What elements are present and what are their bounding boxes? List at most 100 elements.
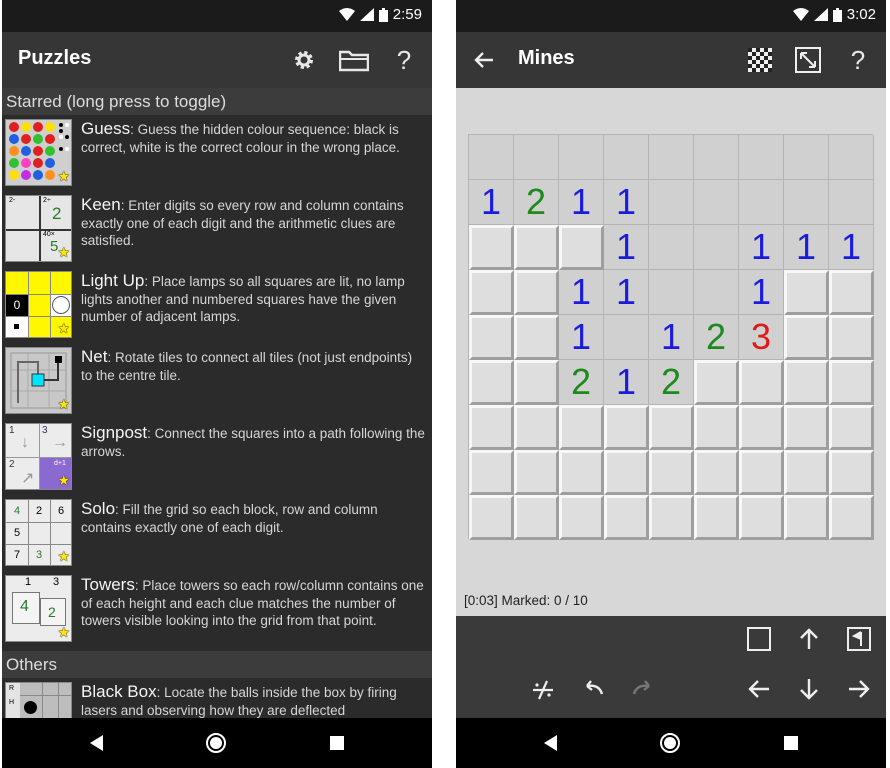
help-icon[interactable]: ?	[842, 44, 874, 76]
nav-home-icon[interactable]	[204, 731, 228, 755]
opened-cell[interactable]	[739, 135, 784, 180]
unopened-cell[interactable]	[469, 450, 514, 495]
resize-icon[interactable]	[792, 44, 824, 76]
opened-cell[interactable]: 1	[604, 225, 649, 270]
unopened-cell[interactable]	[694, 495, 739, 540]
list-item-signpost[interactable]: 1 3 2 d+1 ↓ → ↗ ★ Signpost: Connect the …	[2, 419, 432, 495]
opened-cell[interactable]: 1	[784, 225, 829, 270]
flag-icon[interactable]	[844, 624, 874, 654]
opened-cell[interactable]	[739, 180, 784, 225]
solve-icon[interactable]	[528, 674, 558, 704]
unopened-cell[interactable]	[829, 495, 874, 540]
unopened-cell[interactable]	[649, 495, 694, 540]
unopened-cell[interactable]	[649, 450, 694, 495]
unopened-cell[interactable]	[784, 270, 829, 315]
opened-cell[interactable]	[694, 225, 739, 270]
opened-cell[interactable]: 1	[739, 225, 784, 270]
unopened-cell[interactable]	[514, 315, 559, 360]
opened-cell[interactable]	[694, 270, 739, 315]
unopened-cell[interactable]	[514, 450, 559, 495]
unopened-cell[interactable]	[514, 225, 559, 270]
unopened-cell[interactable]	[469, 225, 514, 270]
unopened-cell[interactable]	[469, 405, 514, 450]
unopened-cell[interactable]	[739, 450, 784, 495]
unopened-cell[interactable]	[784, 405, 829, 450]
opened-cell[interactable]	[604, 315, 649, 360]
arrow-down-icon[interactable]	[794, 674, 824, 704]
nav-recents-icon[interactable]	[325, 731, 349, 755]
opened-cell[interactable]: 2	[694, 315, 739, 360]
list-item-keen[interactable]: 2- 2÷ 2 40× 5 ★ Keen: Enter digits so ev…	[2, 191, 432, 267]
unopened-cell[interactable]	[694, 450, 739, 495]
unopened-cell[interactable]	[784, 495, 829, 540]
opened-cell[interactable]	[829, 180, 874, 225]
unopened-cell[interactable]	[784, 360, 829, 405]
unopened-cell[interactable]	[469, 360, 514, 405]
opened-cell[interactable]	[784, 180, 829, 225]
opened-cell[interactable]	[649, 270, 694, 315]
opened-cell[interactable]: 2	[649, 360, 694, 405]
list-item-solo[interactable]: 4 2 6 5 7 3 ★ Solo: Fill the grid so eac…	[2, 495, 432, 571]
arrow-right-icon[interactable]	[844, 674, 874, 704]
unopened-cell[interactable]	[469, 495, 514, 540]
unopened-cell[interactable]	[514, 270, 559, 315]
opened-cell[interactable]	[649, 225, 694, 270]
opened-cell[interactable]	[694, 180, 739, 225]
unopened-cell[interactable]	[604, 495, 649, 540]
unopened-cell[interactable]	[784, 450, 829, 495]
opened-cell[interactable]: 1	[739, 270, 784, 315]
unopened-cell[interactable]	[784, 315, 829, 360]
unopened-cell[interactable]	[649, 405, 694, 450]
back-arrow-icon[interactable]	[468, 44, 500, 76]
unopened-cell[interactable]	[829, 405, 874, 450]
unopened-cell[interactable]	[514, 360, 559, 405]
nav-recents-icon[interactable]	[779, 731, 803, 755]
opened-cell[interactable]: 1	[649, 315, 694, 360]
opened-cell[interactable]	[649, 180, 694, 225]
mines-grid[interactable]: 121111111111123212	[468, 134, 874, 540]
opened-cell[interactable]	[604, 135, 649, 180]
unopened-cell[interactable]	[469, 315, 514, 360]
opened-cell[interactable]: 1	[559, 270, 604, 315]
folder-icon[interactable]	[338, 44, 370, 76]
unopened-cell[interactable]	[829, 270, 874, 315]
opened-cell[interactable]	[784, 135, 829, 180]
arrow-up-icon[interactable]	[794, 624, 824, 654]
unopened-cell[interactable]	[559, 225, 604, 270]
opened-cell[interactable]: 1	[559, 180, 604, 225]
list-item-net[interactable]: ★ Net: Rotate tiles to connect all tiles…	[2, 343, 432, 419]
square-icon[interactable]	[744, 624, 774, 654]
unopened-cell[interactable]	[604, 450, 649, 495]
opened-cell[interactable]: 2	[514, 180, 559, 225]
opened-cell[interactable]: 3	[739, 315, 784, 360]
settings-gear-icon[interactable]	[288, 44, 320, 76]
opened-cell[interactable]: 1	[469, 180, 514, 225]
help-icon[interactable]: ?	[388, 44, 420, 76]
unopened-cell[interactable]	[559, 450, 604, 495]
list-item-lightup[interactable]: 0 ★ Light Up: Place lamps so all squares…	[2, 267, 432, 343]
opened-cell[interactable]	[694, 135, 739, 180]
nav-home-icon[interactable]	[658, 731, 682, 755]
opened-cell[interactable]	[829, 135, 874, 180]
unopened-cell[interactable]	[739, 360, 784, 405]
opened-cell[interactable]: 1	[604, 180, 649, 225]
unopened-cell[interactable]	[739, 405, 784, 450]
opened-cell[interactable]	[559, 135, 604, 180]
unopened-cell[interactable]	[829, 360, 874, 405]
arrow-left-icon[interactable]	[744, 674, 774, 704]
opened-cell[interactable]	[649, 135, 694, 180]
list-item-blackbox[interactable]: R H Black Box: Locate the balls inside t…	[2, 678, 432, 718]
nav-back-icon[interactable]	[539, 731, 563, 755]
unopened-cell[interactable]	[514, 495, 559, 540]
opened-cell[interactable]: 1	[604, 270, 649, 315]
opened-cell[interactable]: 1	[604, 360, 649, 405]
unopened-cell[interactable]	[829, 315, 874, 360]
list-item-towers[interactable]: 1 3 4 2 ★ Towers: Place towers so each r…	[2, 571, 432, 651]
checker-icon[interactable]	[744, 44, 776, 76]
opened-cell[interactable]	[469, 135, 514, 180]
unopened-cell[interactable]	[469, 270, 514, 315]
unopened-cell[interactable]	[559, 495, 604, 540]
list-item-guess[interactable]: ★ Guess: Guess the hidden colour sequenc…	[2, 115, 432, 191]
unopened-cell[interactable]	[694, 360, 739, 405]
nav-back-icon[interactable]	[85, 731, 109, 755]
